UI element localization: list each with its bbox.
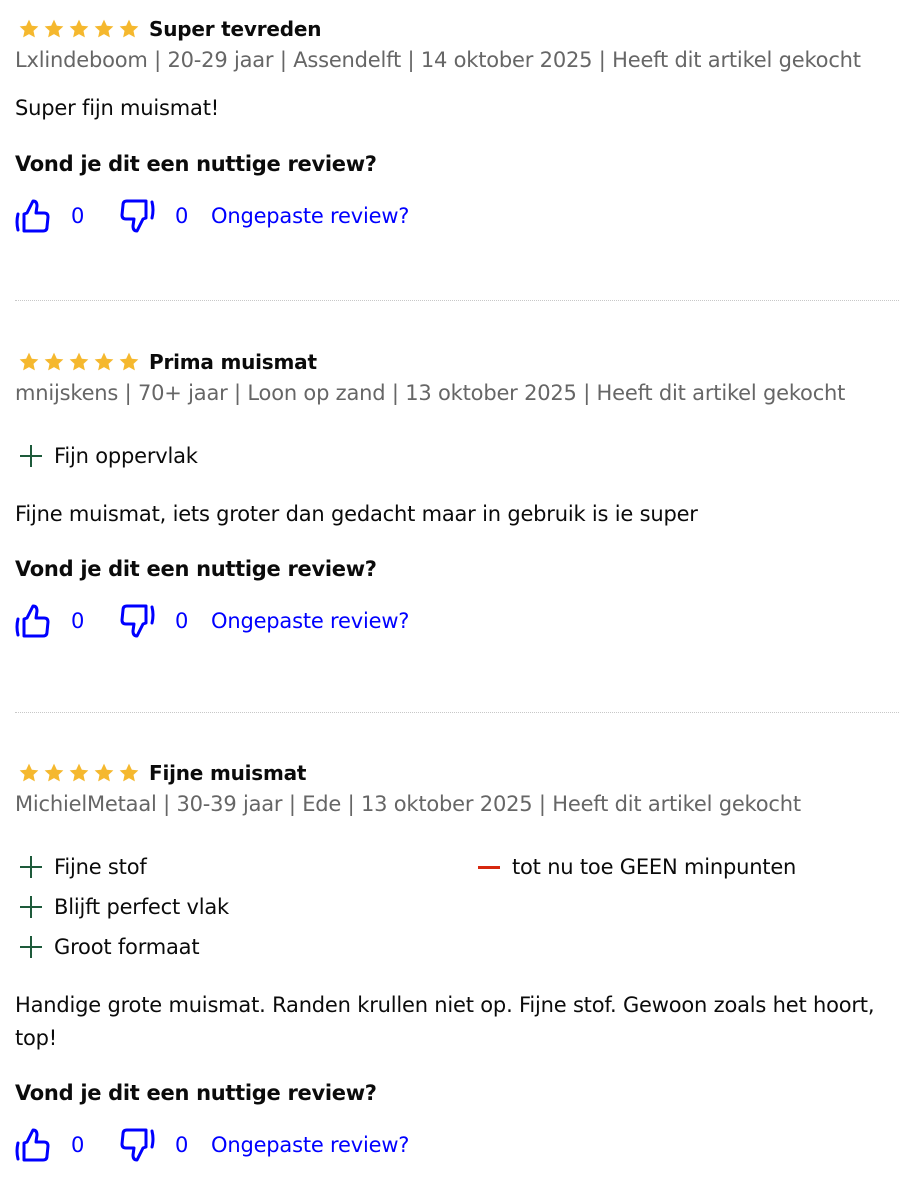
star-icon bbox=[92, 18, 116, 40]
star-icon bbox=[42, 762, 66, 784]
review-card: Fijne muismat MichielMetaal | 30-39 jaar… bbox=[15, 758, 899, 1167]
pros-cons: Fijn oppervlak bbox=[15, 436, 899, 476]
report-review-link[interactable]: Ongepaste review? bbox=[211, 1133, 409, 1157]
review-card: Super tevreden Lxlindeboom | 20-29 jaar … bbox=[15, 14, 899, 238]
review-header: Fijne muismat bbox=[15, 758, 899, 788]
review-meta: Lxlindeboom | 20-29 jaar | Assendelft | … bbox=[15, 48, 861, 72]
plus-icon bbox=[18, 443, 44, 469]
star-icon bbox=[67, 18, 91, 40]
star-icon bbox=[17, 18, 41, 40]
report-review-link[interactable]: Ongepaste review? bbox=[211, 609, 409, 633]
star-icon bbox=[42, 351, 66, 373]
pro-item: Blijft perfect vlak bbox=[15, 887, 473, 927]
pros-list: Fijne stof Blijft perfect vlak Groot for… bbox=[15, 847, 473, 967]
pro-text: Groot formaat bbox=[54, 935, 200, 959]
star-icon bbox=[92, 351, 116, 373]
review-meta: MichielMetaal | 30-39 jaar | Ede | 13 ok… bbox=[15, 792, 801, 816]
star-icon bbox=[17, 351, 41, 373]
helpful-question: Vond je dit een nuttige review? bbox=[15, 152, 377, 176]
star-icon bbox=[42, 18, 66, 40]
cons-list: tot nu toe GEEN minpunten bbox=[473, 847, 893, 967]
helpful-count: 0 bbox=[71, 1133, 85, 1157]
review-divider bbox=[15, 300, 899, 301]
report-review-link[interactable]: Ongepaste review? bbox=[211, 204, 409, 228]
pro-item: Fijne stof bbox=[15, 847, 473, 887]
review-body: Fijne muismat, iets groter dan gedacht m… bbox=[15, 502, 698, 526]
star-icon bbox=[67, 762, 91, 784]
con-item: tot nu toe GEEN minpunten bbox=[473, 847, 893, 887]
helpful-button[interactable]: 0 bbox=[15, 1127, 101, 1163]
unhelpful-count: 0 bbox=[175, 609, 189, 633]
pro-item: Fijn oppervlak bbox=[15, 436, 473, 476]
thumbs-up-icon bbox=[15, 603, 51, 639]
review-title: Prima muismat bbox=[149, 350, 317, 374]
plus-icon bbox=[18, 854, 44, 880]
star-rating bbox=[17, 762, 141, 784]
star-icon bbox=[117, 762, 141, 784]
helpful-button[interactable]: 0 bbox=[15, 603, 101, 639]
helpful-question: Vond je dit een nuttige review? bbox=[15, 557, 377, 581]
plus-icon bbox=[18, 934, 44, 960]
review-title: Fijne muismat bbox=[149, 761, 307, 785]
thumbs-up-icon bbox=[15, 198, 51, 234]
helpful-question: Vond je dit een nuttige review? bbox=[15, 1081, 377, 1105]
review-body: Handige grote muismat. Randen krullen ni… bbox=[15, 993, 875, 1050]
unhelpful-button[interactable]: 0 bbox=[119, 603, 205, 639]
vote-row: 0 0 Ongepaste review? bbox=[15, 194, 899, 238]
thumbs-down-icon bbox=[119, 198, 155, 234]
review-divider bbox=[15, 712, 899, 713]
star-icon bbox=[117, 18, 141, 40]
review-body: Super fijn muismat! bbox=[15, 96, 219, 120]
star-icon bbox=[117, 351, 141, 373]
unhelpful-count: 0 bbox=[175, 1133, 189, 1157]
vote-row: 0 0 Ongepaste review? bbox=[15, 599, 899, 643]
review-header: Super tevreden bbox=[15, 14, 899, 44]
thumbs-down-icon bbox=[119, 1127, 155, 1163]
unhelpful-button[interactable]: 0 bbox=[119, 1127, 205, 1163]
star-icon bbox=[17, 762, 41, 784]
review-meta: mnijskens | 70+ jaar | Loon op zand | 13… bbox=[15, 381, 846, 405]
star-rating bbox=[17, 18, 141, 40]
review-title: Super tevreden bbox=[149, 17, 322, 41]
unhelpful-button[interactable]: 0 bbox=[119, 198, 205, 234]
pros-list: Fijn oppervlak bbox=[15, 436, 473, 476]
minus-icon bbox=[476, 854, 502, 880]
vote-row: 0 0 Ongepaste review? bbox=[15, 1123, 899, 1167]
star-icon bbox=[67, 351, 91, 373]
plus-icon bbox=[18, 894, 44, 920]
helpful-count: 0 bbox=[71, 609, 85, 633]
reviews-list: Super tevreden Lxlindeboom | 20-29 jaar … bbox=[0, 0, 914, 1204]
pro-text: Blijft perfect vlak bbox=[54, 895, 229, 919]
helpful-button[interactable]: 0 bbox=[15, 198, 101, 234]
review-header: Prima muismat bbox=[15, 347, 899, 377]
star-rating bbox=[17, 351, 141, 373]
thumbs-up-icon bbox=[15, 1127, 51, 1163]
pro-text: Fijne stof bbox=[54, 855, 147, 879]
pros-cons: Fijne stof Blijft perfect vlak Groot for… bbox=[15, 847, 899, 967]
star-icon bbox=[92, 762, 116, 784]
review-card: Prima muismat mnijskens | 70+ jaar | Loo… bbox=[15, 347, 899, 643]
thumbs-down-icon bbox=[119, 603, 155, 639]
unhelpful-count: 0 bbox=[175, 204, 189, 228]
pro-text: Fijn oppervlak bbox=[54, 444, 198, 468]
helpful-count: 0 bbox=[71, 204, 85, 228]
con-text: tot nu toe GEEN minpunten bbox=[512, 855, 797, 879]
pro-item: Groot formaat bbox=[15, 927, 473, 967]
